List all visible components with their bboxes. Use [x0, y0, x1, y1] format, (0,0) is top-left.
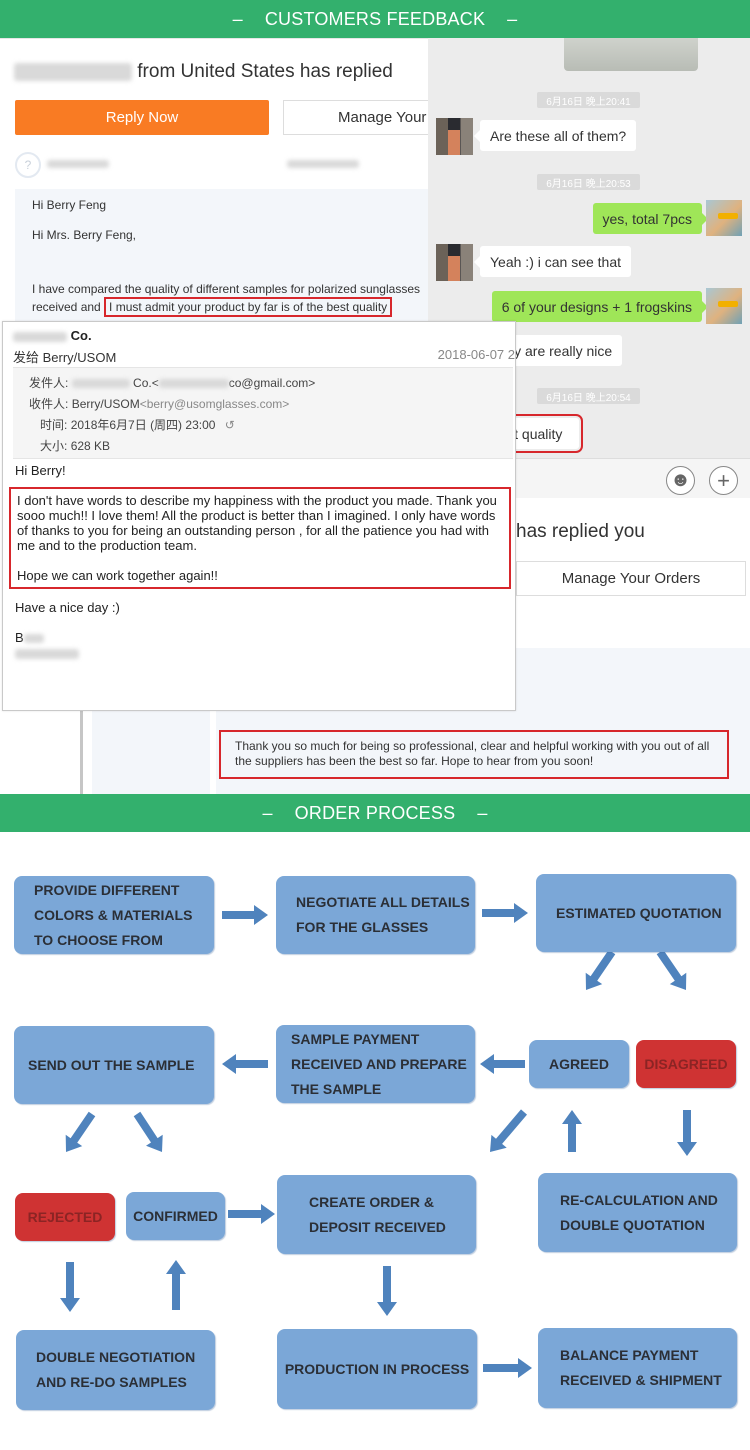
email-reply-notification-2: has replied you Manage Your Orders — [516, 508, 750, 648]
banner-dash-left: – — [262, 802, 273, 823]
body-line: I have compared the quality of different… — [32, 282, 420, 296]
arrow-production-to-balance — [483, 1358, 532, 1378]
banner-dash-right: – — [477, 802, 488, 823]
email-date: 2018-06-07 2 — [437, 347, 515, 362]
history-icon[interactable]: ↺ — [225, 418, 235, 432]
reply-now-button[interactable]: Reply Now — [15, 100, 269, 135]
redacted-sender — [47, 160, 109, 168]
node-production: PRODUCTION IN PROCESS — [277, 1329, 477, 1409]
salutation-line: Hi Mrs. Berry Feng, — [32, 228, 137, 242]
node-estimated-quotation: ESTIMATED QUOTATION — [536, 874, 736, 952]
banner-title: CUSTOMERS FEEDBACK — [264, 8, 486, 29]
order-process-flowchart: PROVIDE DIFFERENT COLORS & MATERIALS TO CH… — [0, 832, 750, 1450]
banner-title: ORDER PROCESS — [294, 802, 456, 823]
chat-timestamp: 6月16日 晚上20:54 — [537, 388, 640, 404]
recipient-field: 收件人: Berry/USOM<berry@usomglasses.com> — [29, 397, 290, 411]
redacted-name — [14, 62, 132, 81]
greeting-line: Hi Berry! — [15, 463, 66, 478]
highlighted-quote: Thank you so much for being so professio… — [219, 730, 729, 779]
arrow-estimated-to-agreed — [585, 949, 616, 990]
chat-message-outgoing: yes, total 7pcs — [592, 203, 708, 234]
node-confirmed: CONFIRMED — [126, 1192, 225, 1240]
arrow-confirmed-to-create-order — [228, 1204, 275, 1224]
chat-message-incoming: Are these all of them? — [473, 120, 637, 151]
chat-timestamp: 6月16日 晚上20:53 — [537, 174, 640, 190]
order-process-banner: – ORDER PROCESS – — [0, 794, 750, 832]
node-sample-payment: SAMPLE PAYMENT RECEIVED AND PREPARE THE SA… — [276, 1025, 475, 1103]
email-body: Hi Berry Feng Hi Mrs. Berry Feng, I have… — [15, 189, 430, 329]
arrow-negotiate-to-estimated — [482, 903, 528, 923]
chat-message-outgoing: 6 of your designs + 1 frogskins — [491, 291, 709, 322]
manage-your-orders-button[interactable]: Manage Your — [283, 100, 443, 135]
size-field: 大小: 628 KB — [40, 439, 111, 453]
arrow-rejected-to-double-neg — [60, 1262, 80, 1312]
seller-avatar — [706, 200, 742, 236]
product-photo — [564, 38, 698, 71]
chat-message-incoming: Yeah :) i can see that — [473, 246, 632, 277]
arrow-agreed-to-sample-payment — [480, 1054, 525, 1074]
highlighted-quote: I must admit your product by far is of t… — [104, 297, 393, 317]
node-create-order: CREATE ORDER & DEPOSIT RECEIVED — [277, 1175, 476, 1254]
feedback-collage: from United States has replied Reply Now… — [0, 38, 750, 794]
node-provide-options: PROVIDE DIFFERENT COLORS & MATERIALS TO CH… — [14, 876, 214, 954]
arrow-provide-to-negotiate — [222, 905, 268, 925]
seller-avatar — [706, 288, 742, 324]
emoji-icon[interactable]: ☻ — [666, 466, 695, 495]
node-disagreed: DISAGREED — [636, 1040, 736, 1088]
node-balance-payment: BALANCE PAYMENT RECEIVED & SHIPMENT — [538, 1328, 737, 1408]
unknown-avatar-icon: ? — [15, 152, 41, 178]
arrow-disagreed-to-recalc — [677, 1110, 697, 1156]
email-headline: from United States has replied — [14, 61, 393, 83]
arrow-send-to-confirmed — [133, 1111, 163, 1152]
email-headline: has replied you — [516, 521, 645, 542]
node-recalculation: RE-CALCULATION AND DOUBLE QUOTATION — [538, 1173, 737, 1252]
arrow-send-to-rejected — [65, 1111, 96, 1152]
node-agreed: AGREED — [529, 1040, 629, 1088]
email-meta: 发件人: Co.< co@gmail.com> 收件人: Berry/USOM<b… — [13, 367, 513, 459]
redacted-company — [13, 331, 67, 342]
banner-dash-left: – — [232, 8, 243, 29]
customers-feedback-banner: – CUSTOMERS FEEDBACK – — [0, 0, 750, 38]
customer-avatar — [436, 244, 473, 281]
body-line-highlight: received and I must admit your product b… — [32, 297, 430, 317]
arrow-agreed-to-create-order — [490, 1109, 527, 1152]
arrow-double-neg-to-confirmed — [166, 1260, 186, 1310]
node-rejected: REJECTED — [15, 1193, 115, 1241]
signature: B — [15, 630, 79, 659]
client-email: Co. 发给 Berry/USOM 2018-06-07 2 发件人: Co.<… — [2, 321, 516, 711]
arrow-recalc-to-agreed — [562, 1110, 582, 1152]
node-double-negotiation: DOUBLE NEGOTIATION AND RE-DO SAMPLES — [16, 1330, 215, 1410]
node-send-out-sample: SEND OUT THE SAMPLE — [14, 1026, 214, 1104]
arrow-create-to-production — [377, 1266, 397, 1316]
banner-dash-right: – — [507, 8, 518, 29]
recipient-line: 发给 Berry/USOM — [13, 350, 117, 365]
manage-your-orders-button[interactable]: Manage Your Orders — [516, 561, 746, 596]
plus-icon[interactable]: + — [709, 466, 738, 495]
sender-row: ? — [15, 152, 425, 178]
time-field: 时间: 2018年6月7日 (周四) 23:00 ↺ — [40, 418, 235, 432]
closing-line: Have a nice day :) — [15, 600, 120, 615]
email-reply-notification: from United States has replied Reply Now… — [0, 38, 443, 329]
highlighted-quote: I don't have words to describe my happin… — [9, 487, 511, 589]
arrow-sample-payment-to-send — [222, 1054, 268, 1074]
sender-company: Co. — [13, 328, 92, 343]
chat-timestamp: 6月16日 晚上20:41 — [537, 92, 640, 108]
node-negotiate-details: NEGOTIATE ALL DETAILS FOR THE GLASSES — [276, 876, 475, 954]
customer-avatar — [436, 118, 473, 155]
greeting-line: Hi Berry Feng — [32, 198, 107, 212]
redacted-date — [287, 160, 359, 168]
arrow-estimated-to-disagreed — [656, 949, 687, 990]
sender-field: 发件人: Co.< co@gmail.com> — [29, 376, 316, 390]
